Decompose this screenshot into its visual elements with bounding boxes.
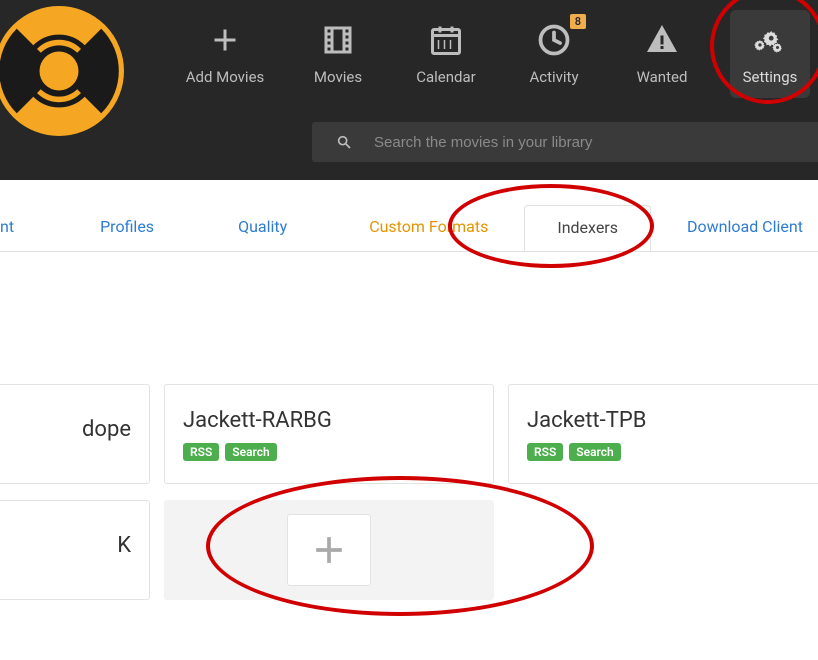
top-navigation: Add Movies Movies Calendar 8 Activity [0, 0, 818, 180]
indexer-card[interactable]: Jackett-RARBG RSS Search [164, 384, 494, 484]
nav-wanted[interactable]: Wanted [622, 10, 702, 98]
indexer-name: Jackett-TPB [527, 408, 818, 433]
rss-badge: RSS [183, 443, 219, 461]
nav-items: Add Movies Movies Calendar 8 Activity [180, 10, 810, 98]
nav-label: Activity [529, 68, 578, 86]
nav-calendar[interactable]: Calendar [406, 10, 486, 98]
gears-icon [752, 20, 788, 60]
nav-label: Settings [743, 68, 798, 86]
tab-quality[interactable]: Quality [220, 205, 305, 252]
tab-download-client[interactable]: Download Client [669, 205, 818, 252]
nav-settings[interactable]: Settings [730, 10, 810, 98]
nav-label: Calendar [416, 68, 476, 86]
tab-custom-formats[interactable]: Custom Formats [351, 205, 506, 252]
activity-badge: 8 [570, 14, 586, 29]
film-icon [320, 20, 356, 60]
plus-box [287, 514, 371, 586]
indexer-card[interactable]: K [0, 500, 150, 600]
tab-indexers[interactable]: Indexers [524, 205, 651, 252]
nav-label: Add Movies [186, 68, 265, 86]
tab-profiles[interactable]: Profiles [82, 205, 172, 252]
plus-icon [307, 528, 351, 572]
plus-icon [207, 20, 243, 60]
rss-badge: RSS [527, 443, 563, 461]
nav-label: Movies [314, 68, 362, 86]
indexer-name: Jackett-RARBG [183, 408, 475, 433]
warning-icon [644, 20, 680, 60]
search-bar[interactable] [312, 122, 818, 162]
app-logo [0, 6, 124, 136]
indexer-card[interactable]: dope [0, 384, 150, 484]
search-icon [336, 134, 352, 150]
indexer-card[interactable]: Jackett-TPB RSS Search [508, 384, 818, 484]
search-input[interactable] [374, 134, 818, 151]
nav-movies[interactable]: Movies [298, 10, 378, 98]
calendar-icon [428, 20, 464, 60]
clock-icon [536, 20, 572, 60]
indexer-name: dope [0, 417, 131, 442]
indexer-badges: RSS Search [183, 443, 475, 461]
indexer-badges: RSS Search [527, 443, 818, 461]
indexer-name: K [0, 533, 131, 558]
indexer-cards: dope Jackett-RARBG RSS Search Jackett-TP… [0, 384, 818, 600]
search-badge: Search [569, 443, 620, 461]
settings-subtabs: nt Profiles Quality Custom Formats Index… [0, 180, 818, 252]
nav-activity[interactable]: 8 Activity [514, 10, 594, 98]
nav-add-movies[interactable]: Add Movies [180, 10, 270, 98]
nav-label: Wanted [637, 68, 688, 86]
search-badge: Search [225, 443, 276, 461]
tab-partial-left[interactable]: nt [0, 205, 32, 252]
add-indexer-card[interactable] [164, 500, 494, 600]
